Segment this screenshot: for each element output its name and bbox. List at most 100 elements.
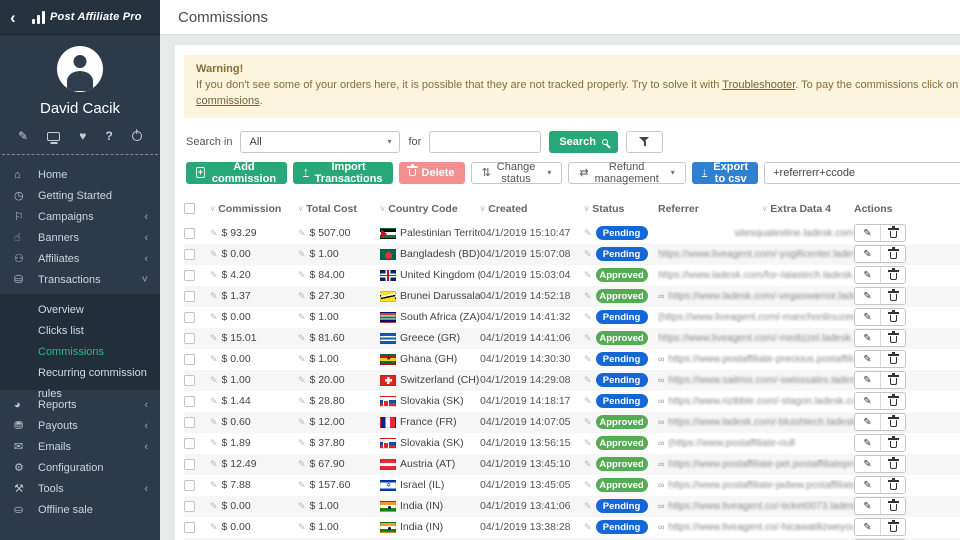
edit-pencil-icon[interactable]: ✎ — [584, 291, 592, 302]
select-all-checkbox[interactable] — [184, 203, 210, 214]
edit-pencil-icon[interactable]: ✎ — [298, 375, 306, 386]
referrer-url[interactable]: https://www.postaffiliate-pet.postaffili… — [668, 459, 854, 470]
edit-row-button[interactable]: ✎ — [855, 477, 880, 493]
delete-row-button[interactable] — [880, 351, 905, 367]
column-header-country-code[interactable]: ˅Country Code — [380, 203, 480, 215]
row-checkbox[interactable] — [184, 354, 195, 365]
search-button[interactable]: Search — [549, 131, 618, 153]
import-transactions-button[interactable]: ↑ Import Transactions — [293, 162, 392, 184]
edit-pencil-icon[interactable]: ✎ — [210, 249, 218, 260]
edit-row-button[interactable]: ✎ — [855, 330, 880, 346]
edit-pencil-icon[interactable]: ✎ — [298, 354, 306, 365]
column-header-actions[interactable]: Actions — [854, 203, 934, 215]
add-commission-button[interactable]: + Add commission — [186, 162, 287, 184]
edit-pencil-icon[interactable]: ✎ — [298, 522, 306, 533]
row-checkbox[interactable] — [184, 249, 195, 260]
power-icon[interactable] — [132, 131, 142, 141]
edit-row-button[interactable]: ✎ — [855, 225, 880, 241]
referrer-url[interactable]: https://www.ladesk.com/-bluishtech.lades… — [668, 417, 854, 428]
edit-pencil-icon[interactable]: ✎ — [584, 480, 592, 491]
edit-row-button[interactable]: ✎ — [855, 351, 880, 367]
sidebar-item-reports[interactable]: ◕Reports‹ — [0, 394, 160, 415]
row-checkbox[interactable] — [184, 438, 195, 449]
delete-row-button[interactable] — [880, 372, 905, 388]
referrer-url[interactable]: https://www.liveagent.co/-hicawatilizwey… — [668, 522, 854, 533]
edit-pencil-icon[interactable]: ✎ — [584, 417, 592, 428]
submenu-item-overview[interactable]: Overview — [0, 300, 160, 321]
referrer-url[interactable]: https://www.postaffiliate-jadww.postaffi… — [668, 480, 854, 491]
edit-pencil-icon[interactable]: ✎ — [298, 333, 306, 344]
edit-pencil-icon[interactable]: ✎ — [298, 480, 306, 491]
row-checkbox[interactable] — [184, 228, 195, 239]
sidebar-item-configuration[interactable]: ⚙Configuration — [0, 457, 160, 478]
delete-row-button[interactable] — [880, 435, 905, 451]
sidebar-item-home[interactable]: ⌂Home — [0, 164, 160, 185]
edit-pencil-icon[interactable]: ✎ — [210, 270, 218, 281]
edit-pencil-icon[interactable]: ✎ — [584, 354, 592, 365]
edit-row-button[interactable]: ✎ — [855, 519, 880, 535]
referrer-url[interactable]: https://www.liveagent.co/-ticket0073.lad… — [668, 501, 854, 512]
column-header-total-cost[interactable]: ˅Total Cost — [298, 203, 380, 215]
edit-pencil-icon[interactable]: ✎ — [298, 249, 306, 260]
column-header-referrer[interactable]: Referrer — [658, 203, 762, 215]
edit-row-button[interactable]: ✎ — [855, 414, 880, 430]
search-field-select[interactable]: All ▾ — [240, 131, 400, 153]
row-checkbox[interactable] — [184, 270, 195, 281]
change-status-dropdown[interactable]: ⇅ Change status ▾ — [471, 162, 563, 184]
edit-pencil-icon[interactable]: ✎ — [584, 375, 592, 386]
monitor-icon[interactable] — [47, 132, 60, 141]
row-checkbox[interactable] — [184, 291, 195, 302]
delete-row-button[interactable] — [880, 414, 905, 430]
delete-row-button[interactable] — [880, 246, 905, 262]
edit-pencil-icon[interactable]: ✎ — [584, 270, 592, 281]
edit-pencil-icon[interactable]: ✎ — [298, 501, 306, 512]
edit-pencil-icon[interactable]: ✎ — [298, 270, 306, 281]
pencil-icon[interactable]: ✎ — [18, 130, 28, 142]
edit-pencil-icon[interactable]: ✎ — [298, 417, 306, 428]
edit-pencil-icon[interactable]: ✎ — [210, 501, 218, 512]
referrer-url[interactable]: https://www.ladesk.com/for-/alastech.lad… — [658, 270, 854, 281]
help-icon[interactable]: ? — [106, 130, 113, 142]
edit-pencil-icon[interactable]: ✎ — [584, 438, 592, 449]
edit-pencil-icon[interactable]: ✎ — [210, 291, 218, 302]
delete-row-button[interactable] — [880, 498, 905, 514]
delete-row-button[interactable] — [880, 456, 905, 472]
row-checkbox[interactable] — [184, 396, 195, 407]
sidebar-item-transactions[interactable]: ⛁Transactions˅ — [0, 269, 160, 290]
edit-pencil-icon[interactable]: ✎ — [210, 480, 218, 491]
delete-row-button[interactable] — [880, 393, 905, 409]
sidebar-item-tools[interactable]: ⚒Tools‹ — [0, 478, 160, 499]
delete-row-button[interactable] — [880, 477, 905, 493]
edit-pencil-icon[interactable]: ✎ — [584, 333, 592, 344]
row-checkbox[interactable] — [184, 333, 195, 344]
referrer-url[interactable]: (https://www.postaffiliate-null — [668, 438, 795, 449]
row-checkbox[interactable] — [184, 480, 195, 491]
edit-pencil-icon[interactable]: ✎ — [298, 312, 306, 323]
sidebar-item-getting-started[interactable]: ◷Getting Started — [0, 185, 160, 206]
row-checkbox[interactable] — [184, 375, 195, 386]
edit-pencil-icon[interactable]: ✎ — [210, 396, 218, 407]
referrer-url[interactable]: sitesqualestine.ladesk.com — [734, 228, 854, 239]
edit-pencil-icon[interactable]: ✎ — [298, 396, 306, 407]
column-header-extra-data-4[interactable]: ˅Extra Data 4 — [762, 203, 854, 215]
row-checkbox[interactable] — [184, 522, 195, 533]
edit-pencil-icon[interactable]: ✎ — [584, 312, 592, 323]
sidebar-item-banners[interactable]: ☝Banners‹ — [0, 227, 160, 248]
sidebar-item-emails[interactable]: ✉Emails‹ — [0, 436, 160, 457]
edit-pencil-icon[interactable]: ✎ — [210, 522, 218, 533]
edit-pencil-icon[interactable]: ✎ — [210, 417, 218, 428]
sidebar-item-affiliates[interactable]: ⚇Affiliates‹ — [0, 248, 160, 269]
edit-pencil-icon[interactable]: ✎ — [298, 291, 306, 302]
edit-row-button[interactable]: ✎ — [855, 498, 880, 514]
sidebar-item-payouts[interactable]: ⛃Payouts‹ — [0, 415, 160, 436]
row-checkbox[interactable] — [184, 312, 195, 323]
columns-preset-select[interactable]: +referrerr+ccode ▾ — [764, 162, 960, 184]
filter-button[interactable] — [626, 131, 663, 153]
edit-pencil-icon[interactable]: ✎ — [584, 396, 592, 407]
referrer-url[interactable]: https://www.ladesk.com/-vegaswarrior.lad… — [668, 291, 854, 302]
edit-row-button[interactable]: ✎ — [855, 309, 880, 325]
delete-row-button[interactable] — [880, 519, 905, 535]
column-header-created[interactable]: ˅Created — [480, 203, 584, 215]
delete-row-button[interactable] — [880, 330, 905, 346]
referrer-url[interactable]: (https://www.liveagent.com/-manchonlinuz… — [658, 312, 854, 323]
